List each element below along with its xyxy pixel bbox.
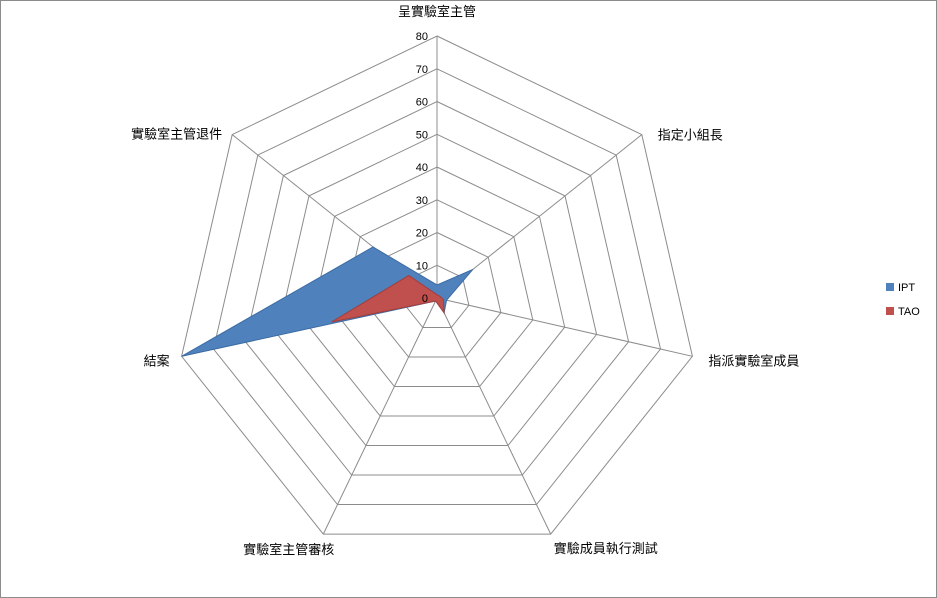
legend-swatch-tao	[886, 307, 894, 315]
category-label: 結案	[144, 354, 170, 369]
category-label: 指派實驗室成員	[708, 353, 799, 369]
tick-label: 60	[416, 97, 428, 109]
legend: IPT TAO	[886, 282, 920, 318]
category-label: 呈實驗室主管	[398, 4, 476, 20]
tick-label: 20	[416, 228, 428, 240]
tick-label: 10	[416, 260, 428, 272]
tick-label: 70	[416, 64, 428, 76]
category-label: 實驗成員執行測試	[554, 541, 658, 557]
tick-label: 50	[416, 129, 428, 141]
category-label: 指定小組長	[658, 129, 723, 144]
radial-axis-ticks: 0 10 20 30 40 50 60 70 80	[416, 31, 428, 305]
tick-label: 0	[422, 293, 428, 305]
radar-chart: 0 10 20 30 40 50 60 70 80 呈實驗室主管指定小組長指派實驗室成員實驗成員…	[131, 4, 920, 558]
radar-series	[181, 246, 474, 357]
spoke-2	[436, 297, 693, 357]
tick-label: 40	[416, 162, 428, 174]
legend-swatch-ipt	[886, 283, 894, 291]
tick-label: 30	[416, 195, 428, 207]
category-label: 實驗室主管退件	[131, 127, 222, 143]
legend-label-tao: TAO	[898, 306, 920, 318]
category-label: 實驗室主管審核	[243, 542, 334, 558]
legend-label-ipt: IPT	[898, 282, 915, 294]
tick-label: 80	[416, 31, 428, 43]
